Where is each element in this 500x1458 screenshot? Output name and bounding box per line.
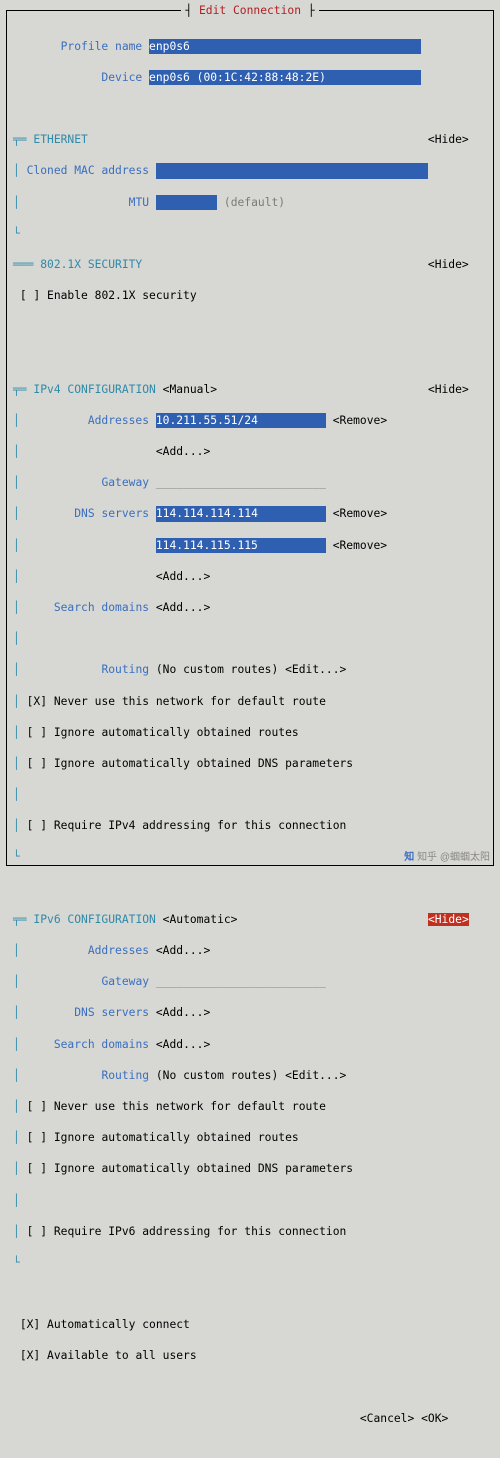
label-auto-connect: Automatically connect xyxy=(47,1318,190,1331)
ipv4-require-checkbox[interactable]: [ ] xyxy=(27,819,47,832)
label-ipv4-addresses: Addresses xyxy=(88,414,149,427)
ipv6-never-default-checkbox[interactable]: [ ] xyxy=(27,1100,47,1113)
label-ipv4-gateway: Gateway xyxy=(101,476,149,489)
ipv6-hide-button[interactable]: <Hide> xyxy=(428,913,469,926)
tui-body: Profile name enp0s6 Device enp0s6 (00:1C… xyxy=(13,23,487,859)
label-ipv4-never-default: Never use this network for default route xyxy=(54,695,326,708)
ipv4-address-remove-button[interactable]: <Remove> xyxy=(333,414,387,427)
section-ipv6: IPv6 CONFIGURATION xyxy=(33,913,155,926)
available-all-checkbox[interactable]: [X] xyxy=(20,1349,40,1362)
8021x-hide-button[interactable]: <Hide> xyxy=(428,258,469,271)
ipv6-search-add-button[interactable]: <Add...> xyxy=(156,1038,210,1051)
8021x-checkbox[interactable]: [ ] xyxy=(20,289,40,302)
auto-connect-checkbox[interactable]: [X] xyxy=(20,1318,40,1331)
ipv6-address-add-button[interactable]: <Add...> xyxy=(156,944,210,957)
label-ipv6-ignore-routes: Ignore automatically obtained routes xyxy=(54,1131,299,1144)
label-enable-8021x: Enable 802.1X security xyxy=(47,289,197,302)
label-ipv4-ignore-dns: Ignore automatically obtained DNS parame… xyxy=(54,757,353,770)
ipv4-dns2-input[interactable]: 114.114.115.115 xyxy=(156,538,326,554)
label-ipv4-search: Search domains xyxy=(54,601,149,614)
section-ipv4: IPv4 CONFIGURATION xyxy=(33,383,155,396)
label-ipv6-ignore-dns: Ignore automatically obtained DNS parame… xyxy=(54,1162,353,1175)
label-ipv6-addresses: Addresses xyxy=(88,944,149,957)
ipv6-require-checkbox[interactable]: [ ] xyxy=(27,1225,47,1238)
ipv4-never-default-checkbox[interactable]: [X] xyxy=(27,695,47,708)
window-title: Edit Connection xyxy=(181,4,318,17)
label-mtu: MTU xyxy=(129,196,149,209)
ipv6-dns-add-button[interactable]: <Add...> xyxy=(156,1006,210,1019)
ipv4-dns1-remove-button[interactable]: <Remove> xyxy=(333,507,387,520)
mtu-input[interactable] xyxy=(156,195,217,211)
label-ipv4-dns: DNS servers xyxy=(74,507,149,520)
ipv4-ignore-routes-checkbox[interactable]: [ ] xyxy=(27,726,47,739)
label-ipv6-require: Require IPv6 addressing for this connect… xyxy=(54,1225,346,1238)
ipv6-mode-select[interactable]: <Automatic> xyxy=(163,913,238,926)
label-profile-name: Profile name xyxy=(61,40,143,53)
watermark: 知 知乎 @蝈蝈太阳 xyxy=(404,850,490,866)
ethernet-hide-button[interactable]: <Hide> xyxy=(428,133,469,146)
ipv4-ignore-dns-checkbox[interactable]: [ ] xyxy=(27,757,47,770)
ok-button[interactable]: <OK> xyxy=(421,1412,448,1425)
cancel-button[interactable]: <Cancel> xyxy=(360,1412,414,1425)
ipv4-routing-value: (No custom routes) xyxy=(156,663,278,676)
label-ipv4-require: Require IPv4 addressing for this connect… xyxy=(54,819,346,832)
cloned-mac-input[interactable] xyxy=(156,163,428,179)
ipv4-address-add-button[interactable]: <Add...> xyxy=(156,445,210,458)
label-ipv6-search: Search domains xyxy=(54,1038,149,1051)
device-input[interactable]: enp0s6 (00:1C:42:88:48:2E) xyxy=(149,70,421,86)
label-available-all: Available to all users xyxy=(47,1349,197,1362)
ipv6-routing-value: (No custom routes) xyxy=(156,1069,278,1082)
label-cloned-mac: Cloned MAC address xyxy=(27,164,149,177)
label-ipv4-routing: Routing xyxy=(101,663,149,676)
ipv4-address-input[interactable]: 10.211.55.51/24 xyxy=(156,413,326,429)
ipv4-dns-add-button[interactable]: <Add...> xyxy=(156,570,210,583)
section-8021x: 802.1X SECURITY xyxy=(40,258,142,271)
label-ipv6-routing: Routing xyxy=(101,1069,149,1082)
ipv6-ignore-routes-checkbox[interactable]: [ ] xyxy=(27,1131,47,1144)
section-ethernet: ETHERNET xyxy=(33,133,87,146)
label-device: Device xyxy=(101,71,142,84)
ipv4-hide-button[interactable]: <Hide> xyxy=(428,383,469,396)
ipv4-routing-edit-button[interactable]: <Edit...> xyxy=(285,663,346,676)
label-ipv6-never-default: Never use this network for default route xyxy=(54,1100,326,1113)
ipv6-routing-edit-button[interactable]: <Edit...> xyxy=(285,1069,346,1082)
mtu-default-hint: (default) xyxy=(224,196,285,209)
ipv4-search-add-button[interactable]: <Add...> xyxy=(156,601,210,614)
label-ipv6-dns: DNS servers xyxy=(74,1006,149,1019)
ipv4-mode-select[interactable]: <Manual> xyxy=(163,383,217,396)
label-ipv4-ignore-routes: Ignore automatically obtained routes xyxy=(54,726,299,739)
profile-name-input[interactable]: enp0s6 xyxy=(149,39,421,55)
ipv4-dns1-input[interactable]: 114.114.114.114 xyxy=(156,506,326,522)
label-ipv6-gateway: Gateway xyxy=(101,975,149,988)
ipv6-ignore-dns-checkbox[interactable]: [ ] xyxy=(27,1162,47,1175)
ipv4-dns2-remove-button[interactable]: <Remove> xyxy=(333,539,387,552)
